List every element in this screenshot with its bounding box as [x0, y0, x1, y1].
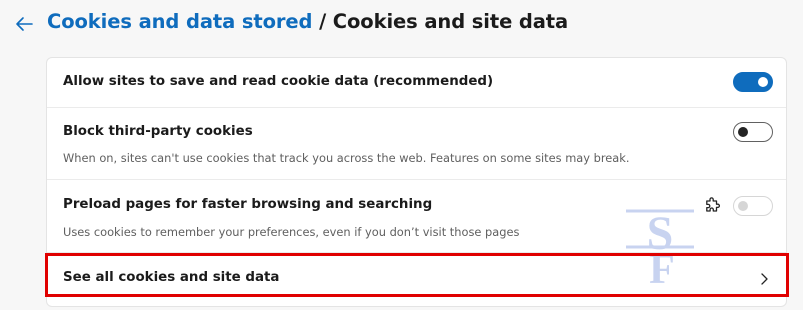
setting-description: Uses cookies to remember your preference…: [63, 225, 520, 239]
chevron-right-icon: [761, 273, 768, 285]
back-arrow-icon[interactable]: [12, 12, 36, 36]
setting-label: Allow sites to save and read cookie data…: [63, 74, 494, 89]
setting-label: Block third-party cookies: [63, 124, 253, 139]
toggle-knob: [758, 77, 768, 87]
page-title: Cookies and site data: [332, 10, 569, 33]
breadcrumb-parent-link[interactable]: Cookies and data stored: [47, 10, 312, 33]
setting-row-preload-pages: Preload pages for faster browsing and se…: [47, 180, 786, 252]
breadcrumb: Cookies and data stored / Cookies and si…: [47, 10, 568, 33]
allow-cookies-toggle[interactable]: [733, 72, 773, 92]
settings-card: Allow sites to save and read cookie data…: [46, 57, 787, 307]
preload-pages-toggle: [733, 196, 773, 216]
toggle-knob: [738, 201, 748, 211]
puzzle-policy-icon[interactable]: [703, 197, 721, 215]
breadcrumb-separator: /: [312, 10, 333, 33]
link-row-label: See all cookies and site data: [63, 270, 280, 285]
setting-description: When on, sites can't use cookies that tr…: [63, 151, 630, 165]
toggle-knob: [738, 127, 748, 137]
setting-row-allow-cookies: Allow sites to save and read cookie data…: [47, 58, 786, 107]
setting-label: Preload pages for faster browsing and se…: [63, 197, 433, 212]
page-header: Cookies and data stored / Cookies and si…: [0, 0, 803, 52]
setting-row-block-third-party: Block third-party cookies When on, sites…: [47, 108, 786, 179]
block-third-party-toggle[interactable]: [733, 122, 773, 142]
see-all-cookies-link[interactable]: See all cookies and site data: [47, 253, 786, 306]
